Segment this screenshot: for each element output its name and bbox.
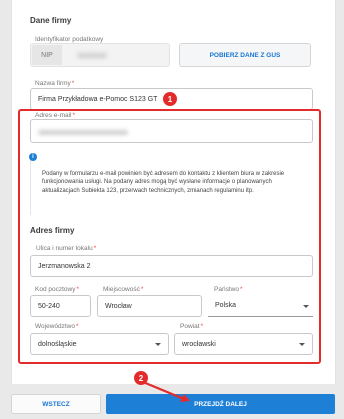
street-label: Ulica i numer lokalu*	[34, 245, 99, 252]
tax-id-label: Identyfikator podatkowy	[33, 36, 106, 43]
province-select[interactable]: dolnośląskie	[30, 333, 169, 355]
annotation-arrow-icon	[142, 380, 190, 402]
province-value: dolnośląskie	[38, 340, 77, 348]
info-text: Podany w formularzu e-mail powinien być …	[42, 171, 285, 194]
email-input[interactable]	[30, 119, 313, 143]
street-input[interactable]: Jerzmanowska 2	[30, 255, 313, 277]
county-select[interactable]: wrocławski	[174, 333, 313, 355]
city-input[interactable]: Wrocław	[97, 295, 202, 317]
page: Dane firmy NIP Identyfikator podatkowy P…	[0, 0, 344, 419]
back-button[interactable]: WSTECZ	[11, 394, 101, 414]
email-blurred-value	[38, 130, 128, 135]
tax-id-blurred-value	[77, 53, 107, 58]
address-section-title: Adres firmy	[30, 226, 75, 235]
chevron-down-icon	[155, 343, 161, 346]
email-label: Adres e-mail*	[33, 112, 78, 119]
country-value: Polska	[215, 302, 237, 309]
country-label: Państwo*	[212, 286, 245, 293]
fetch-gus-button[interactable]: POBIERZ DANE Z GUS	[179, 43, 311, 67]
county-label: Powiat*	[178, 323, 206, 330]
info-icon: i	[29, 153, 37, 161]
chevron-down-icon	[299, 343, 305, 346]
county-value: wrocławski	[182, 340, 216, 348]
postal-code-label: Kod pocztowy*	[33, 286, 81, 293]
postal-code-input[interactable]: 50-240	[30, 295, 91, 317]
company-section-title: Dane firmy	[30, 16, 72, 25]
country-select[interactable]: Polska	[208, 295, 313, 317]
chevron-down-icon	[303, 305, 309, 308]
tax-id-field: NIP	[30, 43, 170, 67]
province-label: Województwo*	[33, 323, 81, 330]
company-name-label: Nazwa firmy*	[33, 80, 77, 87]
tax-id-prefix: NIP	[32, 45, 62, 65]
annotation-badge-1: 1	[163, 92, 177, 106]
city-label: Miejscowość*	[101, 286, 146, 293]
